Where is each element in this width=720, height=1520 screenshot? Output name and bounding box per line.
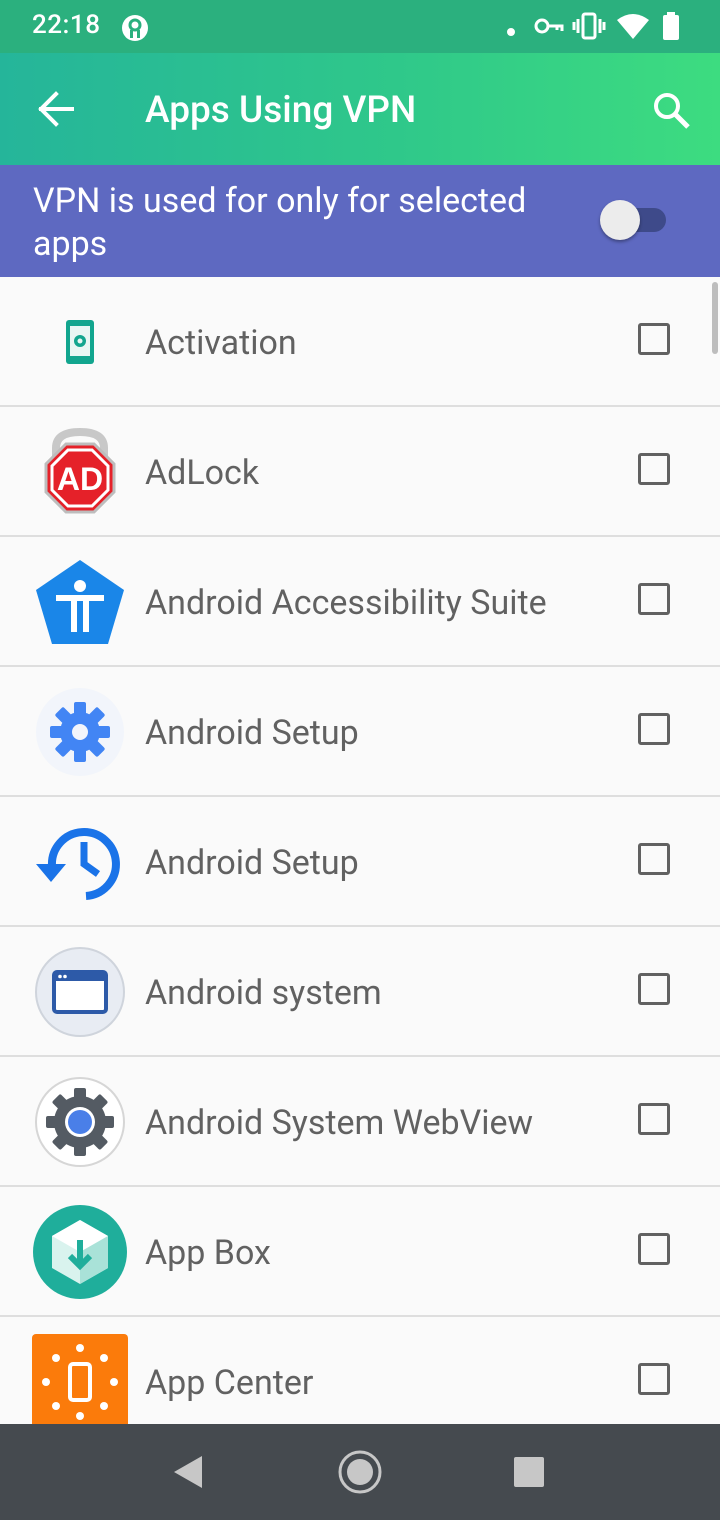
- app-checkbox[interactable]: [638, 1363, 670, 1395]
- app-checkbox[interactable]: [638, 713, 670, 745]
- list-item[interactable]: Android system: [0, 927, 720, 1057]
- setup-gear-icon: [32, 684, 128, 780]
- setup-restore-icon: [32, 814, 128, 910]
- app-name: Android System WebView: [145, 1103, 534, 1143]
- accessibility-icon: [32, 554, 128, 650]
- list-item[interactable]: App Center: [0, 1317, 720, 1424]
- vibrate-icon: [572, 12, 606, 44]
- vpn-key-icon: [534, 16, 564, 40]
- app-name: AdLock: [145, 453, 260, 493]
- status-bar: 22:18: [0, 0, 720, 53]
- list-item[interactable]: Android Setup: [0, 797, 720, 927]
- app-list[interactable]: Activation AD AdLock Android Accessibili…: [0, 277, 720, 1424]
- dot-icon: [506, 22, 516, 41]
- wifi-icon: [616, 14, 650, 44]
- home-circle-icon[interactable]: [336, 1448, 384, 1500]
- battery-icon: [662, 12, 680, 44]
- list-item[interactable]: Android System WebView: [0, 1057, 720, 1187]
- search-icon[interactable]: [652, 91, 690, 133]
- back-triangle-icon[interactable]: [170, 1454, 206, 1494]
- app-checkbox[interactable]: [638, 453, 670, 485]
- toggle-thumb[interactable]: [600, 200, 640, 240]
- arrow-back-icon[interactable]: [36, 91, 74, 131]
- list-scrollbar[interactable]: [712, 282, 718, 354]
- system-nav-bar: [0, 1424, 720, 1520]
- page-title: Apps Using VPN: [145, 89, 417, 132]
- activation-icon: [32, 294, 128, 390]
- app-toolbar: Apps Using VPN: [0, 53, 720, 165]
- app-checkbox[interactable]: [638, 583, 670, 615]
- app-name: Android Setup: [145, 713, 359, 753]
- app-checkbox[interactable]: [638, 1103, 670, 1135]
- webview-icon: [32, 1074, 128, 1170]
- app-name: App Box: [145, 1233, 271, 1273]
- vpn-mode-text: VPN is used for only for selected apps: [33, 181, 527, 264]
- app-name: Android Accessibility Suite: [145, 583, 547, 623]
- svg-text:AD: AD: [57, 461, 103, 497]
- app-checkbox[interactable]: [638, 843, 670, 875]
- list-item[interactable]: AD AdLock: [0, 407, 720, 537]
- app-name: Activation: [145, 323, 297, 363]
- list-item[interactable]: Activation: [0, 277, 720, 407]
- app-checkbox[interactable]: [638, 323, 670, 355]
- list-item[interactable]: App Box: [0, 1187, 720, 1317]
- android-system-icon: [32, 944, 128, 1040]
- status-time: 22:18: [32, 10, 101, 40]
- app-name: Android Setup: [145, 843, 359, 883]
- app-name: App Center: [145, 1363, 314, 1403]
- app-box-icon: [32, 1204, 128, 1300]
- app-checkbox[interactable]: [638, 1233, 670, 1265]
- adlock-icon: AD: [32, 424, 128, 520]
- app-checkbox[interactable]: [638, 973, 670, 1005]
- vpn-key-circle-icon: [120, 13, 150, 47]
- list-item[interactable]: Android Accessibility Suite: [0, 537, 720, 667]
- app-name: Android system: [145, 973, 382, 1013]
- recents-square-icon[interactable]: [512, 1455, 546, 1493]
- list-item[interactable]: Android Setup: [0, 667, 720, 797]
- app-center-icon: [32, 1334, 128, 1424]
